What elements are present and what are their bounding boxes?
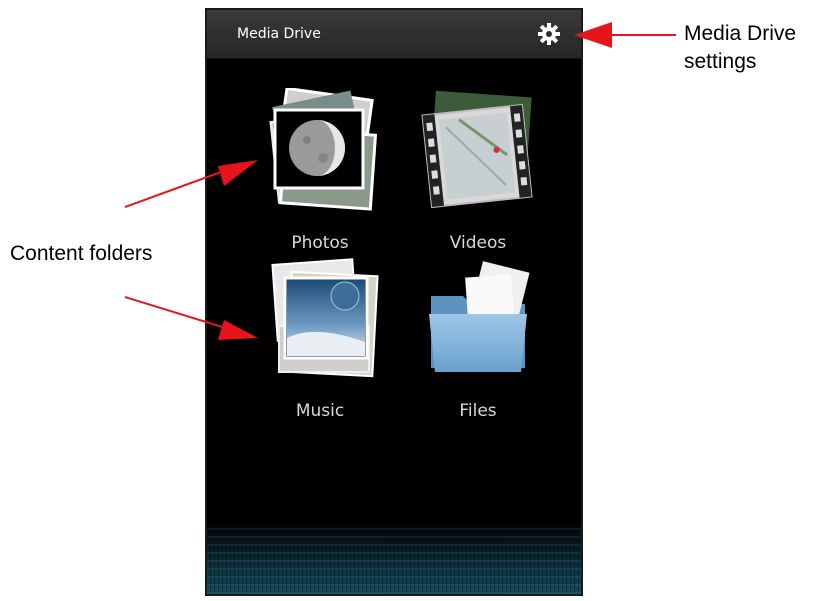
gear-icon	[538, 23, 560, 45]
folder-label: Music	[295, 401, 345, 421]
folder-label: Videos	[449, 233, 507, 253]
phone-screen: Media Drive Photos Videos Music Files	[205, 8, 583, 596]
folder-label: Photos	[291, 233, 349, 253]
annotation-settings-line2: settings	[684, 50, 757, 73]
app-title: Media Drive	[237, 26, 321, 42]
folder-photos[interactable]: Photos	[245, 88, 395, 253]
folder-videos[interactable]: Videos	[403, 88, 553, 253]
folder-label: Files	[459, 401, 497, 421]
folder-music[interactable]: Music	[245, 256, 395, 421]
app-bar: Media Drive	[207, 10, 581, 59]
music-album-stack-icon	[271, 258, 379, 378]
annotation-content-folders: Content folders	[10, 242, 153, 265]
annotation-settings: Media Drive settings	[684, 20, 796, 76]
annotation-settings-line1: Media Drive	[684, 22, 797, 45]
videos-filmstrip-icon	[421, 90, 533, 209]
photos-stack-icon	[269, 88, 378, 211]
bottom-band-lines	[207, 522, 581, 594]
folder-files[interactable]: Files	[403, 256, 553, 421]
folder-icon	[429, 261, 530, 372]
settings-button[interactable]	[537, 22, 561, 46]
